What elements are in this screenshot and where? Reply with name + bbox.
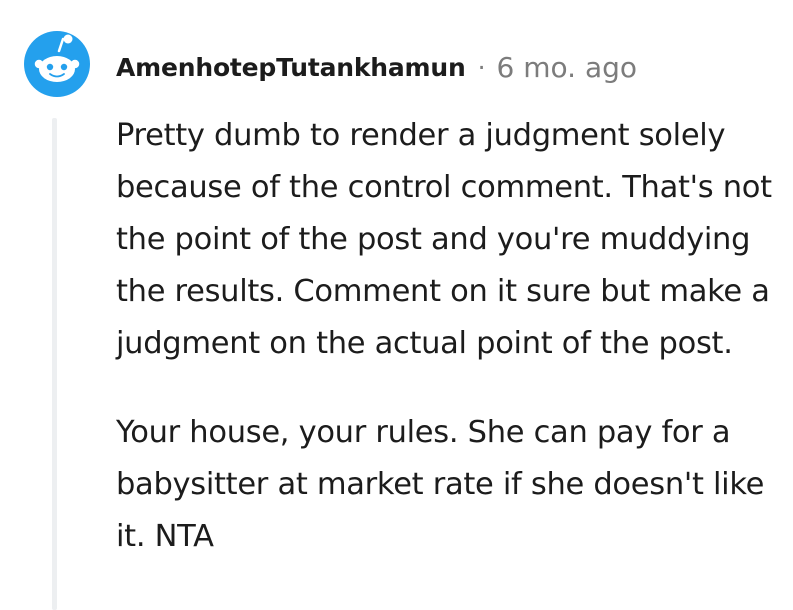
comment-paragraph: Pretty dumb to render a judgment solely …: [116, 118, 772, 361]
comment: AmenhotepTutankhamun · 6 mo. ago Pretty …: [0, 0, 793, 610]
comment-timestamp[interactable]: 6 mo. ago: [497, 51, 638, 84]
comment-body: Pretty dumb to render a judgment solely …: [116, 110, 793, 563]
comment-paragraph: Your house, your rules. She can pay for …: [116, 415, 765, 554]
thread-collapse-line[interactable]: [52, 118, 57, 610]
reddit-snoo-icon: [24, 31, 90, 97]
user-avatar[interactable]: [24, 31, 90, 97]
username-link[interactable]: AmenhotepTutankhamun: [116, 53, 466, 82]
comment-header: AmenhotepTutankhamun · 6 mo. ago: [116, 47, 637, 87]
meta-separator: ·: [477, 52, 486, 82]
